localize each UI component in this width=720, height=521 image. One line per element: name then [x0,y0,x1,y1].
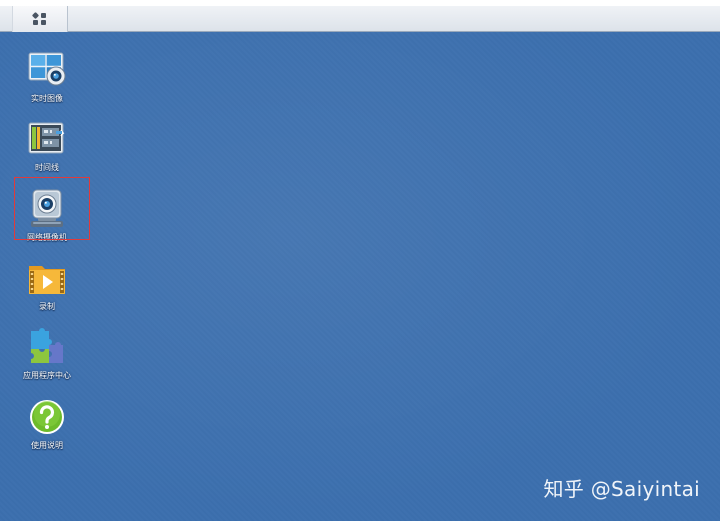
desktop-icon-label: 录制 [39,302,55,311]
desktop-icon-label: 应用程序中心 [23,371,71,380]
recording-folder-icon [29,266,65,294]
desktop-icon-recording[interactable]: 录制 [16,258,78,312]
timeline-icon [28,122,65,154]
desktop-icon-label: 使用说明 [31,441,63,450]
top-strip [0,0,720,6]
desktop-icon-label: 实时图像 [31,94,63,103]
desktop-icon-live-view[interactable]: 实时图像 [16,50,78,104]
live-view-icon [28,52,66,86]
desktop-icon-help[interactable]: 使用说明 [16,397,78,451]
main-menu-button[interactable] [12,6,68,32]
desktop-icon-timeline[interactable]: 时间线 [16,119,78,173]
help-icon [30,400,64,434]
desktop-icon-label: 时间线 [35,163,59,172]
desktop-icon-label: 网络摄像机 [27,233,67,242]
desktop: 实时图像 时间线 网络摄像机 录制 应用程序中心 使用说明 知乎 @Saiyin… [0,0,720,521]
ip-camera-icon [31,189,63,227]
desktop-icon-app-center[interactable]: 应用程序中心 [16,327,78,381]
desktop-icon-ip-camera[interactable]: 网络摄像机 [16,189,78,243]
taskbar [0,0,720,32]
main-menu-icon [32,12,46,25]
puzzle-icon [31,328,63,363]
watermark: 知乎 @Saiyintai [543,477,700,501]
